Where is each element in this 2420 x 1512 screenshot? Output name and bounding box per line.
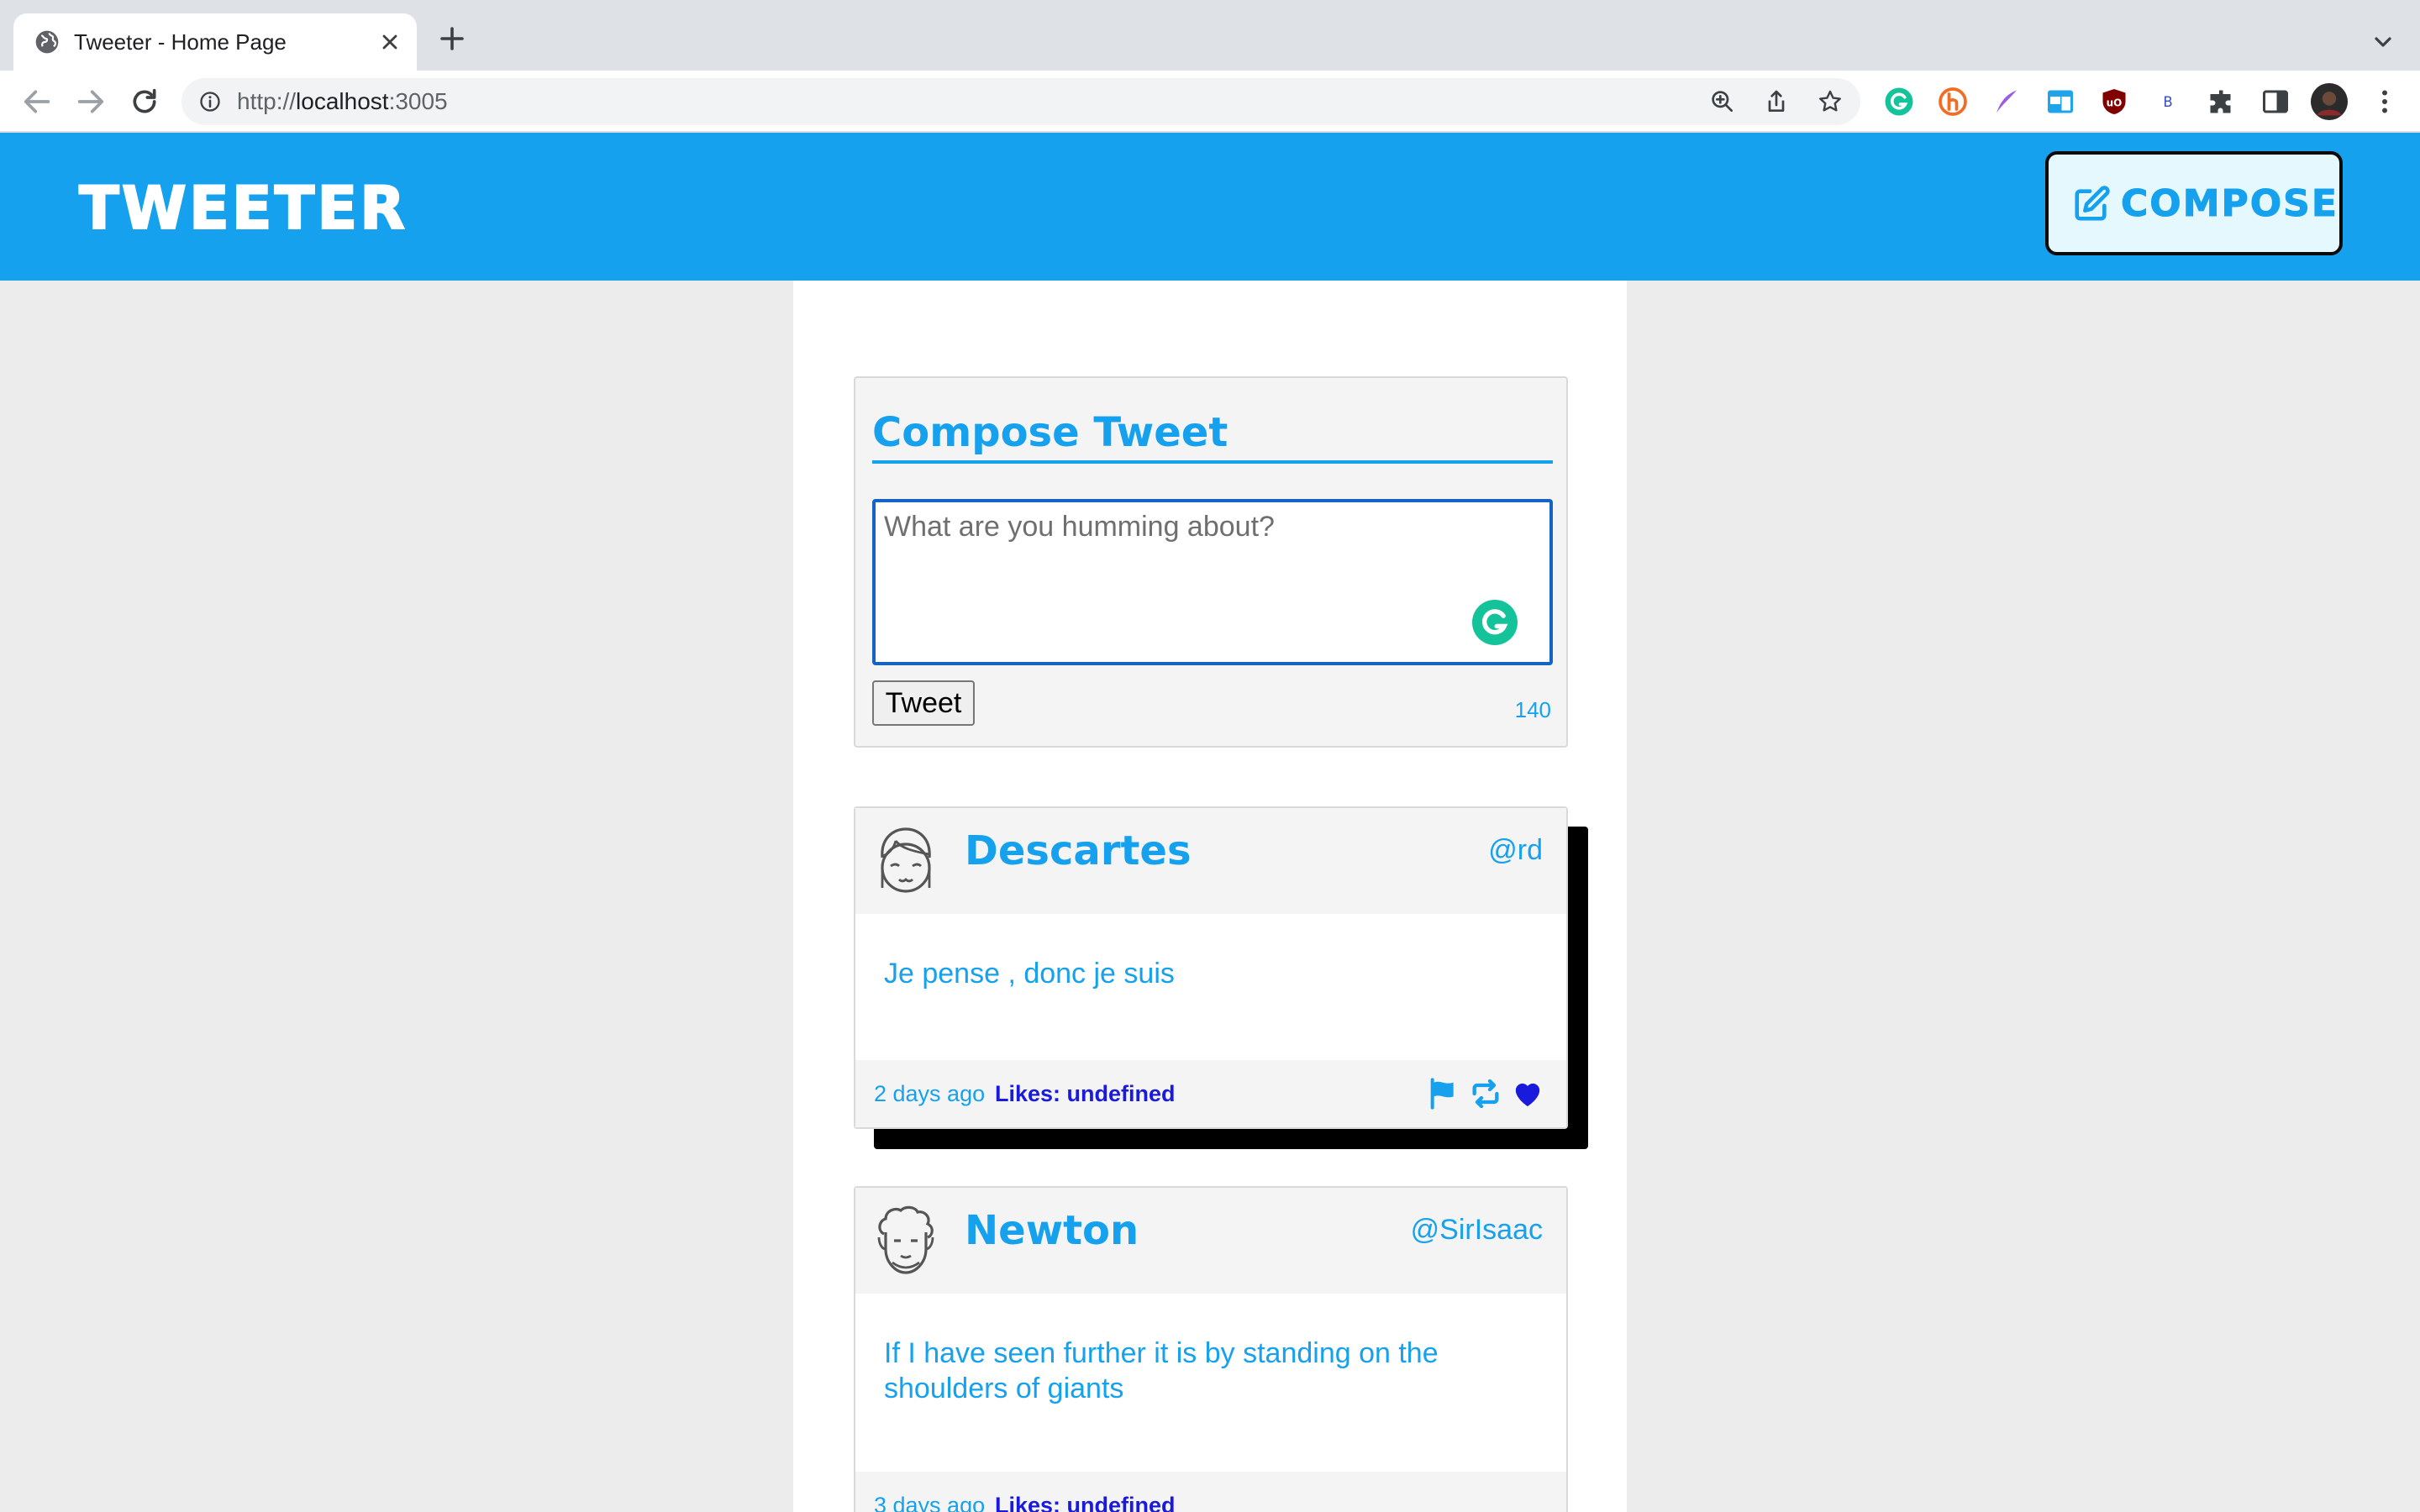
- address-bar[interactable]: http://localhost:3005: [182, 78, 1860, 125]
- tweet-header: Descartes @rd: [855, 808, 1566, 914]
- puzzle-extensions-icon[interactable]: [2207, 87, 2237, 117]
- info-icon[interactable]: [198, 90, 222, 113]
- avatar: [881, 827, 931, 893]
- kebab-menu-icon[interactable]: [2370, 87, 2400, 117]
- compose-button-label: COMPOSE: [2121, 182, 2338, 226]
- compose-tweet-panel: Compose Tweet Tweet 140: [854, 376, 1568, 748]
- tweet-footer: 3 days ago Likes: undefined: [855, 1472, 1566, 1512]
- window-extension-icon[interactable]: [2045, 87, 2075, 117]
- tweet-timestamp: 3 days ago: [874, 1493, 986, 1512]
- retweet-icon[interactable]: [1469, 1077, 1502, 1110]
- honey-extension-icon[interactable]: [1938, 87, 1968, 117]
- tweet-likes: Likes: undefined: [995, 1493, 1176, 1512]
- close-icon[interactable]: [378, 30, 402, 54]
- tweet-card: Newton @SirIsaac If I have seen further …: [854, 1186, 1568, 1512]
- tweet-textarea[interactable]: [872, 499, 1553, 665]
- browser-toolbar: http://localhost:3005 uO B: [0, 71, 2420, 133]
- tweet-footer: 2 days ago Likes: undefined: [855, 1060, 1566, 1127]
- forward-arrow-icon[interactable]: [74, 85, 108, 118]
- ublock-shield-icon[interactable]: uO: [2099, 87, 2129, 117]
- avatar: [877, 1205, 934, 1274]
- chevron-down-icon[interactable]: [2370, 29, 2396, 55]
- svg-text:B: B: [2163, 94, 2172, 110]
- grammarly-extension-icon[interactable]: [1884, 87, 1914, 117]
- url-text[interactable]: http://localhost:3005: [237, 87, 448, 117]
- compose-button[interactable]: COMPOSE: [2045, 151, 2343, 255]
- compose-title: Compose Tweet: [872, 407, 1553, 464]
- site-logo[interactable]: TWEETER: [78, 174, 408, 243]
- tweet-text: Je pense , donc je suis: [884, 958, 1175, 990]
- globe-icon: [35, 30, 59, 54]
- tweet-author-name: Newton: [965, 1207, 1139, 1254]
- tweet-card: Descartes @rd Je pense , donc je suis 2 …: [854, 806, 1568, 1129]
- b-extension-icon[interactable]: B: [2153, 87, 2183, 117]
- tweet-likes: Likes: undefined: [995, 1081, 1176, 1106]
- quill-extension-icon[interactable]: [1991, 87, 2022, 117]
- side-panel-icon[interactable]: [2260, 87, 2291, 117]
- profile-avatar[interactable]: [2311, 83, 2348, 120]
- flag-icon[interactable]: [1427, 1077, 1460, 1110]
- back-arrow-icon[interactable]: [20, 85, 54, 118]
- heart-icon[interactable]: [1511, 1077, 1544, 1110]
- reload-icon[interactable]: [128, 85, 161, 118]
- browser-tabstrip: Tweeter - Home Page: [0, 0, 2420, 71]
- main-column: Compose Tweet Tweet 140 Descartes @rd Je…: [793, 281, 1627, 1512]
- char-counter: 140: [1514, 697, 1551, 722]
- url-host: localhost: [296, 88, 389, 114]
- zoom-icon[interactable]: [1709, 88, 1736, 115]
- tweet-text: If I have seen further it is by standing…: [884, 1337, 1439, 1404]
- tab-title: Tweeter - Home Page: [74, 29, 287, 55]
- bookmark-star-icon[interactable]: [1817, 88, 1844, 115]
- svg-text:uO: uO: [2107, 97, 2123, 108]
- grammarly-icon[interactable]: [1472, 600, 1518, 645]
- tweet-header: Newton @SirIsaac: [855, 1188, 1566, 1294]
- new-tab-icon[interactable]: [437, 24, 467, 54]
- browser-tab[interactable]: Tweeter - Home Page: [13, 13, 417, 71]
- site-header: TWEETER COMPOSE: [0, 133, 2420, 281]
- edit-icon: [2075, 186, 2110, 221]
- url-port: :3005: [388, 88, 448, 114]
- tweet-author-handle: @rd: [1488, 834, 1543, 866]
- tweet-submit-button[interactable]: Tweet: [872, 680, 975, 726]
- share-icon[interactable]: [1763, 88, 1790, 115]
- url-scheme: http://: [237, 88, 297, 114]
- tweet-author-handle: @SirIsaac: [1410, 1214, 1543, 1246]
- tweet-author-name: Descartes: [965, 827, 1192, 874]
- tweet-timestamp: 2 days ago: [874, 1081, 986, 1106]
